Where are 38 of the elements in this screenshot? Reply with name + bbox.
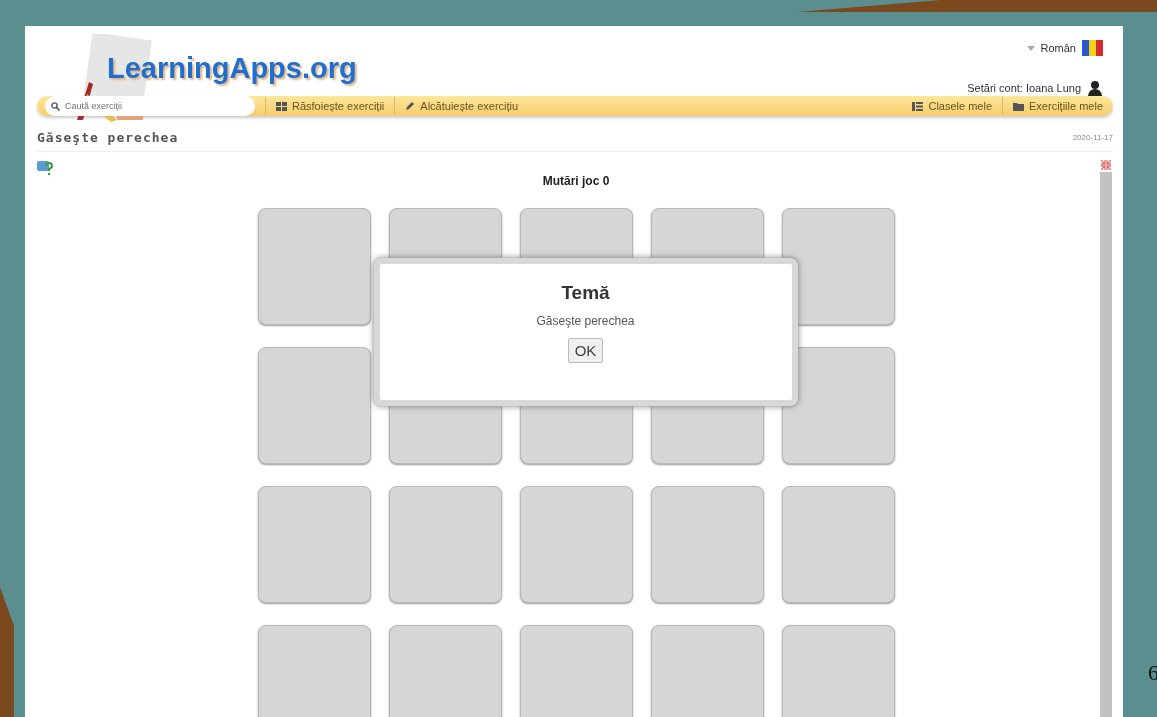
pencil-icon (405, 101, 416, 111)
nav-link[interactable]: Exercițiile mele (1013, 100, 1103, 112)
search-field[interactable]: Caută exerciții (45, 96, 255, 116)
memory-card[interactable] (650, 486, 764, 603)
flag-icon (1082, 40, 1103, 56)
memory-card[interactable] (388, 486, 502, 603)
columns-icon (912, 101, 924, 111)
account-settings-link[interactable]: Setări cont: Ioana Lung (967, 82, 1081, 94)
language-selector[interactable]: Român (1040, 42, 1076, 54)
grid-icon (276, 101, 287, 111)
memory-card[interactable] (257, 486, 371, 603)
date-label: 2020-11-17 (1072, 133, 1113, 142)
memory-card[interactable] (257, 208, 371, 325)
folder-icon (1013, 101, 1025, 111)
memory-card[interactable] (519, 486, 633, 603)
memory-card[interactable] (519, 625, 633, 717)
dialog-message: Găseşte perechea (536, 314, 635, 328)
page-title: Găseşte perechea (37, 130, 179, 145)
nav-link[interactable]: Răsfoiește exerciții (276, 100, 385, 112)
user-icon[interactable] (1087, 80, 1103, 96)
dialog-title: Temă (561, 282, 610, 304)
nav-link[interactable]: Clasele mele (912, 100, 993, 112)
memory-card[interactable] (257, 347, 371, 464)
memory-card[interactable] (781, 347, 895, 464)
memory-card[interactable] (781, 486, 895, 603)
site-logo[interactable]: LearningApps.org (107, 52, 357, 85)
memory-card[interactable] (257, 625, 371, 717)
fullscreen-icon[interactable] (1101, 160, 1111, 170)
memory-card[interactable] (650, 625, 764, 717)
memory-card[interactable] (781, 625, 895, 717)
memory-card[interactable] (388, 625, 502, 717)
memory-card[interactable] (781, 208, 895, 325)
nav-link[interactable]: Alcătuiește exercițiu (405, 100, 519, 112)
dropdown-caret-icon[interactable] (1026, 45, 1035, 51)
help-icon[interactable] (37, 160, 53, 176)
ok-button[interactable]: OK (567, 338, 604, 363)
scrollbar[interactable] (1100, 172, 1112, 717)
moves-counter: Mutări joc 0 (542, 174, 610, 188)
